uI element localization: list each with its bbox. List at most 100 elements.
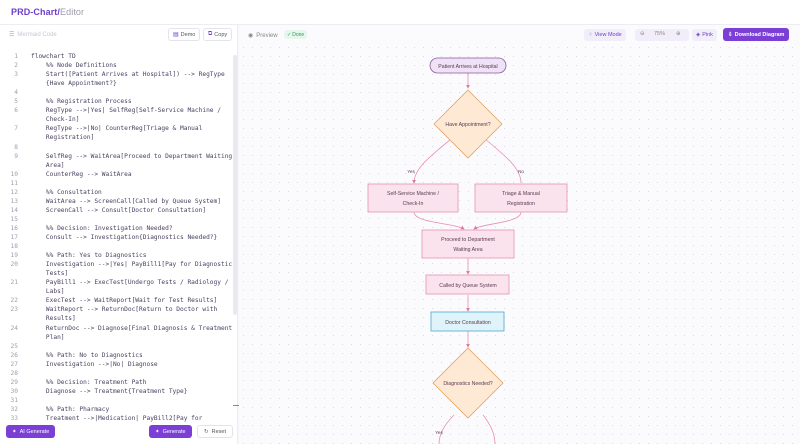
code-line: Registration]: [0, 133, 232, 142]
palette-icon: ◈: [696, 32, 701, 38]
line-number: 24: [10, 324, 18, 332]
generate-button[interactable]: ✦ Generate: [149, 425, 192, 438]
code-line: 31: [0, 396, 232, 405]
line-text: Consult --> Investigation{Diagnostics Ne…: [31, 234, 218, 241]
node-diagnostics-needed-label: Diagnostics Needed?: [443, 381, 492, 387]
download-diagram-button[interactable]: ⇩ Download Diagram: [723, 28, 790, 41]
code-line: 11: [0, 179, 232, 188]
line-number: 31: [10, 396, 18, 404]
code-line: 25: [0, 342, 232, 351]
node-queue-call[interactable]: Called by Queue System: [425, 274, 510, 295]
line-number: 8: [14, 143, 18, 151]
node-doctor-consultation-label: Doctor Consultation: [445, 320, 491, 326]
preview-header: ◉ Preview ✓ Done ⁘ View Mode ⊖ 75% ⊕ ◈ Pink …: [239, 25, 800, 45]
line-number: 27: [10, 360, 18, 368]
code-line: 17 Consult --> Investigation{Diagnostics…: [0, 233, 232, 242]
line-number: 25: [10, 342, 18, 350]
line-text: %% Registration Process: [31, 98, 132, 106]
ai-generate-label: AI Generate: [19, 428, 50, 435]
line-number: 21: [10, 279, 18, 287]
copy-label: Copy: [214, 31, 228, 38]
status-badge: ✓ Done: [284, 30, 308, 39]
flowchart-diagram[interactable]: Patient Arrives at Hospital Have Appoint…: [239, 45, 800, 444]
line-number: 10: [10, 170, 18, 178]
line-number: 2: [14, 62, 18, 70]
line-number: 19: [10, 252, 18, 260]
line-text: Registration]: [31, 134, 95, 142]
ai-generate-button[interactable]: ✦ AI Generate: [6, 425, 56, 438]
line-text: %% Decision: Investigation Needed?: [31, 224, 173, 232]
code-line: 19 %% Path: Yes to Diagnostics: [0, 251, 232, 260]
theme-button[interactable]: ◈ Pink: [692, 29, 717, 41]
code-line: 7 RegType -->|No| CounterReg[Triage & Ma…: [0, 124, 232, 133]
line-number: 9: [14, 152, 18, 160]
reset-label: Reset: [211, 428, 226, 435]
code-line: 14 ScreenCall --> Consult[Doctor Consult…: [0, 206, 232, 215]
brand-sub: Editor: [60, 7, 85, 17]
zoom-level: 75%: [654, 31, 666, 37]
line-number: 6: [14, 107, 18, 115]
line-text: SelfReg --> WaitArea[Proceed to Departme…: [31, 152, 233, 160]
code-line: 21 PayBill1 --> ExecTest[Undergo Tests /…: [0, 278, 232, 287]
line-text: flowchart TD: [31, 53, 76, 60]
code-line: 4: [0, 88, 232, 97]
line-text: ReturnDoc --> Diagnose[Final Diagnosis &…: [31, 324, 233, 332]
view-mode-button[interactable]: ⁘ View Mode: [584, 29, 626, 41]
line-text: ExecTest --> WaitReport[Wait for Test Re…: [31, 297, 218, 305]
zoom-in-icon[interactable]: ⊕: [676, 31, 681, 37]
edge-label-yes: Yes: [407, 169, 415, 174]
code-line: 3 Start([Patient Arrives at Hospital]) -…: [0, 70, 232, 79]
node-waiting-area[interactable]: Proceed to Department Waiting Area: [421, 229, 515, 259]
line-text: WaitReport --> ReturnDoc[Return to Docto…: [31, 306, 218, 314]
line-text: WaitArea --> ScreenCall[Called by Queue …: [31, 197, 221, 205]
code-editor-panel: ☰ Mermaid Code ▤ Demo ⧉ Copy 1 flowchart TD 2…: [0, 25, 240, 444]
line-text: ScreenCall --> Consult[Doctor Consultati…: [31, 206, 207, 214]
top-bar: PRD-Chart/Editor: [0, 0, 800, 25]
line-text: %% Node Definitions: [31, 62, 117, 70]
code-line: 28: [0, 369, 232, 378]
code-line: 5 %% Registration Process: [0, 97, 232, 106]
code-line: Check-In]: [0, 115, 232, 124]
theme-label: Pink: [702, 32, 713, 38]
edge-label-no: No: [518, 169, 524, 174]
code-editor[interactable]: 1 flowchart TD 2 %% Node Definitions 3 Star…: [0, 52, 233, 440]
line-text: %% Path: Yes to Diagnostics: [31, 252, 147, 260]
code-line: 30 Diagnose --> Treatment{Treatment Type…: [0, 387, 232, 396]
line-text: RegType -->|Yes| SelfReg[Self-Service Ma…: [31, 107, 221, 115]
node-diagnostics-needed[interactable]: Diagnostics Needed?: [432, 347, 504, 419]
code-line: 20 Investigation -->|Yes| PayBill1[Pay f…: [0, 260, 233, 269]
brand-name: PRD-Chart: [11, 7, 58, 17]
code-line: 8: [0, 143, 232, 152]
code-line: 6 RegType -->|Yes| SelfReg[Self-Service …: [0, 106, 232, 115]
code-scrollbar[interactable]: [233, 55, 237, 315]
preview-title: ◉ Preview: [248, 32, 278, 40]
line-text: CounterReg --> WaitArea: [31, 170, 132, 178]
preview-label: Preview: [256, 32, 278, 39]
line-number: 15: [10, 215, 18, 223]
line-text: Start([Patient Arrives at Hospital]) -->…: [31, 71, 225, 79]
node-self-service[interactable]: Self-Service Machine / Check-In: [367, 183, 459, 213]
line-text: %% Path: No to Diagnostics: [31, 351, 143, 359]
node-doctor-consultation[interactable]: Doctor Consultation: [430, 311, 505, 332]
node-waiting-area-line1: Proceed to Department: [441, 237, 495, 243]
node-triage[interactable]: Triage & Manual Registration: [474, 183, 568, 213]
code-line: Tests]: [0, 269, 232, 278]
copy-button[interactable]: ⧉ Copy: [203, 28, 233, 41]
line-number: 13: [10, 197, 18, 205]
demo-button[interactable]: ▤ Demo: [168, 28, 201, 41]
node-have-appointment-label: Have Appointment?: [445, 122, 490, 128]
code-line: 2 %% Node Definitions: [0, 61, 232, 70]
zoom-out-icon[interactable]: ⊖: [640, 31, 645, 37]
node-have-appointment[interactable]: Have Appointment?: [433, 89, 503, 159]
line-number: 22: [10, 297, 18, 305]
line-number: 28: [10, 369, 18, 377]
code-line: {Have Appointment?}: [0, 79, 232, 88]
node-start[interactable]: Patient Arrives at Hospital: [429, 57, 507, 74]
line-number: 17: [10, 234, 18, 241]
line-text: %% Consultation: [31, 188, 102, 196]
reset-button[interactable]: ↻ Reset: [197, 425, 233, 438]
code-line: 15: [0, 215, 232, 224]
line-text: PayBill1 --> ExecTest[Undergo Tests / Ra…: [31, 279, 229, 287]
app-brand[interactable]: PRD-Chart/Editor: [11, 7, 84, 17]
line-number: 7: [14, 125, 18, 133]
